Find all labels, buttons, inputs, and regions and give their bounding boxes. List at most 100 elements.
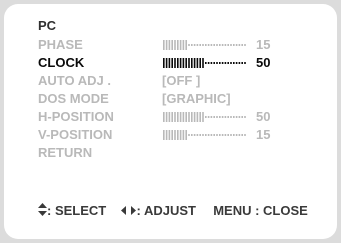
- slider-tick-empty: [235, 62, 238, 64]
- select-hint: : SELECT: [47, 203, 107, 219]
- slider-tick-empty: [188, 44, 190, 46]
- slider-tick-filled: [165, 40, 168, 50]
- slider-tick-empty: [238, 134, 241, 136]
- slider-tick-empty: [216, 116, 218, 118]
- slider-tick-filled: [179, 130, 182, 140]
- slider-tick-filled: [202, 58, 204, 68]
- slider-tick-empty: [193, 134, 196, 136]
- slider-tick-filled: [182, 112, 185, 122]
- slider-tick-filled: [196, 112, 199, 122]
- slider-tick-empty: [241, 44, 243, 46]
- slider-tick-filled: [188, 112, 190, 122]
- slider-tick-filled: [168, 112, 171, 122]
- slider-tick-filled: [171, 58, 173, 68]
- left-right-arrow-icon: [121, 203, 137, 218]
- slider-tick-filled: [193, 58, 196, 68]
- menu-item-label: DOS MODE: [38, 91, 109, 106]
- auto-adjust-option[interactable]: [OFF ]: [162, 73, 200, 89]
- key-guide: : SELECT : ADJUST MENU : CLOSE: [38, 202, 308, 219]
- slider-tick-empty: [191, 44, 193, 46]
- menu-close-hint: MENU : CLOSE: [213, 203, 308, 219]
- slider-tick-empty: [244, 116, 246, 118]
- slider-tick-filled: [185, 40, 187, 50]
- slider-tick-filled: [174, 130, 176, 140]
- h-position-value: 50: [256, 109, 271, 124]
- slider-tick-empty: [213, 44, 215, 46]
- slider-tick-filled: [171, 130, 173, 140]
- slider-tick-filled: [168, 40, 171, 50]
- slider-tick-empty: [199, 134, 201, 136]
- menu-item-label: H-POSITION: [38, 109, 114, 124]
- phase-slider[interactable]: [163, 40, 247, 50]
- slider-tick-empty: [238, 44, 241, 46]
- slider-tick-empty: [193, 44, 196, 46]
- menu-item-label: CLOCK: [38, 55, 85, 70]
- osd-menu-panel: PC PHASE 15 CLOCK 50 AUTO ADJ . [OFF ] D…: [4, 4, 337, 239]
- slider-tick-empty: [210, 44, 213, 46]
- slider-tick-empty: [213, 134, 215, 136]
- slider-tick-empty: [191, 134, 193, 136]
- slider-tick-filled: [168, 130, 171, 140]
- slider-tick-empty: [221, 116, 224, 118]
- slider-tick-empty: [233, 116, 235, 118]
- slider-tick-empty: [233, 44, 235, 46]
- slider-tick-empty: [207, 116, 210, 118]
- clock-value: 50: [256, 55, 271, 70]
- dos-mode-option[interactable]: [GRAPHIC]: [162, 91, 231, 107]
- slider-tick-filled: [185, 58, 187, 68]
- adjust-hint: : ADJUST: [136, 203, 196, 219]
- slider-tick-empty: [230, 44, 232, 46]
- slider-tick-filled: [188, 58, 190, 68]
- slider-tick-empty: [219, 44, 221, 46]
- slider-tick-empty: [210, 62, 213, 64]
- slider-tick-filled: [174, 112, 176, 122]
- slider-tick-filled: [163, 130, 165, 140]
- slider-tick-empty: [241, 116, 243, 118]
- slider-tick-empty: [199, 44, 201, 46]
- menu-item-label: RETURN: [38, 145, 93, 160]
- slider-tick-empty: [233, 134, 235, 136]
- slider-tick-empty: [221, 134, 224, 136]
- slider-tick-empty: [227, 62, 229, 64]
- slider-tick-filled: [165, 58, 168, 68]
- slider-tick-filled: [177, 58, 179, 68]
- slider-tick-empty: [224, 134, 227, 136]
- slider-tick-empty: [227, 44, 229, 46]
- slider-tick-filled: [199, 112, 201, 122]
- slider-tick-empty: [219, 134, 221, 136]
- clock-slider[interactable]: [163, 58, 247, 68]
- slider-tick-empty: [207, 44, 210, 46]
- slider-tick-empty: [207, 62, 210, 64]
- slider-tick-empty: [216, 62, 218, 64]
- auto-adjust-value: OFF: [166, 73, 193, 88]
- slider-tick-filled: [177, 112, 179, 122]
- slider-tick-empty: [202, 44, 204, 46]
- slider-tick-filled: [185, 112, 187, 122]
- slider-tick-empty: [202, 134, 204, 136]
- slider-tick-empty: [241, 134, 243, 136]
- slider-tick-filled: [191, 58, 193, 68]
- slider-tick-empty: [207, 134, 210, 136]
- slider-tick-empty: [219, 62, 221, 64]
- slider-tick-empty: [233, 62, 235, 64]
- v-position-slider[interactable]: [163, 130, 247, 140]
- slider-tick-filled: [199, 58, 201, 68]
- slider-tick-empty: [213, 116, 215, 118]
- h-position-slider[interactable]: [163, 112, 247, 122]
- slider-tick-filled: [165, 130, 168, 140]
- slider-tick-empty: [230, 134, 232, 136]
- phase-value: 15: [256, 37, 271, 52]
- slider-tick-empty: [244, 134, 246, 136]
- slider-tick-filled: [163, 112, 165, 122]
- slider-tick-filled: [191, 112, 193, 122]
- slider-tick-filled: [182, 58, 185, 68]
- slider-tick-empty: [205, 62, 207, 64]
- slider-tick-empty: [244, 44, 246, 46]
- slider-tick-filled: [165, 112, 168, 122]
- slider-tick-filled: [174, 58, 176, 68]
- menu-item-label: V-POSITION: [38, 127, 113, 142]
- slider-tick-filled: [179, 58, 182, 68]
- slider-tick-empty: [188, 134, 190, 136]
- slider-tick-empty: [244, 62, 246, 64]
- slider-tick-empty: [227, 116, 229, 118]
